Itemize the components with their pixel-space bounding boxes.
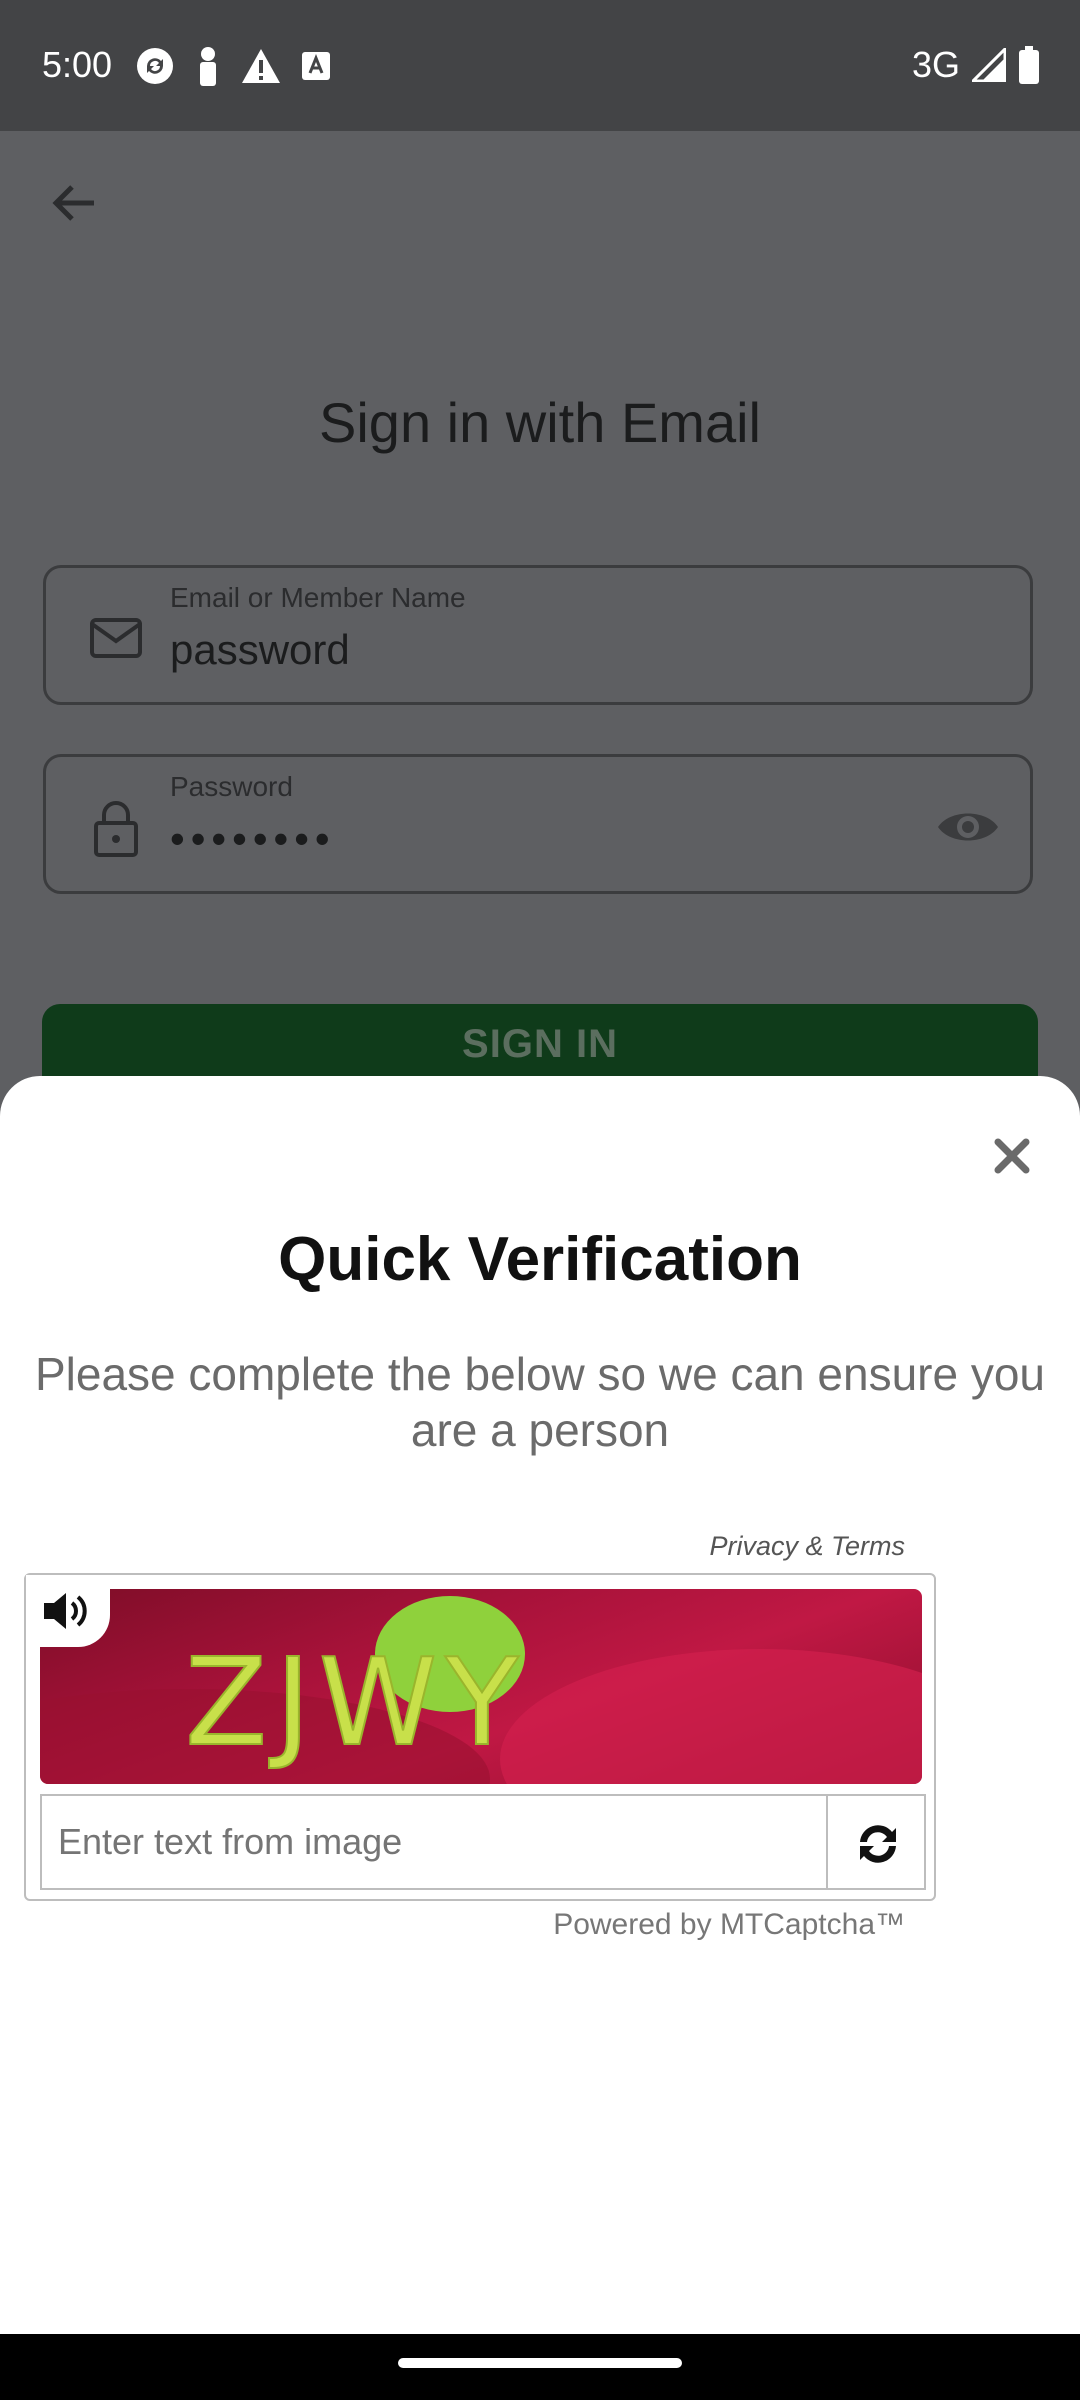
font-icon (302, 52, 330, 80)
email-field-label: Email or Member Name (170, 582, 466, 613)
password-field-label: Password (170, 771, 293, 802)
home-handle[interactable] (398, 2358, 682, 2368)
audio-captcha-button[interactable] (26, 1575, 110, 1647)
back-button[interactable] (46, 175, 102, 231)
email-field-value: password (170, 626, 350, 673)
lock-icon (94, 801, 138, 857)
refresh-icon (860, 1825, 896, 1863)
person-icon (200, 47, 216, 86)
captcha-image: ZJWY (40, 1589, 922, 1784)
email-field[interactable]: Email or Member Name password (43, 565, 1033, 705)
close-icon (994, 1138, 1030, 1174)
status-time: 5:00 (42, 44, 113, 85)
sync-icon (137, 48, 173, 84)
navigation-bar (0, 2334, 1080, 2400)
dialog-subtitle: Please complete the below so we can ensu… (34, 1348, 1046, 1456)
captcha-text: ZJWY (185, 1634, 527, 1773)
dialog-title: Quick Verification (278, 1225, 802, 1294)
warning-icon (242, 49, 280, 83)
status-icons-left (135, 46, 331, 86)
privacy-terms-link[interactable]: Privacy & Terms (709, 1531, 905, 1562)
mail-icon (90, 618, 142, 658)
powered-by: Powered by MTCaptcha™ (553, 1908, 905, 1941)
captcha-input-row (40, 1794, 926, 1890)
password-field[interactable]: Password •••••••• (43, 754, 1033, 894)
arrow-left-icon (52, 185, 94, 221)
refresh-captcha-button[interactable] (826, 1794, 926, 1890)
captcha-widget: ZJWY (24, 1573, 936, 1901)
signal-icon (972, 48, 1006, 82)
status-icons-right: 3G (912, 44, 1040, 86)
page-title: Sign in with Email (319, 391, 761, 454)
verification-sheet: Quick Verification Please complete the b… (0, 1076, 1080, 2334)
eye-icon[interactable] (936, 797, 1000, 857)
close-button[interactable] (984, 1128, 1040, 1184)
speaker-icon (44, 1593, 87, 1629)
network-type: 3G (911, 44, 960, 85)
battery-icon (1019, 46, 1039, 84)
status-bar: 5:00 3G (0, 0, 1080, 131)
password-field-value: •••••••• (170, 815, 336, 862)
captcha-input[interactable] (40, 1794, 826, 1890)
